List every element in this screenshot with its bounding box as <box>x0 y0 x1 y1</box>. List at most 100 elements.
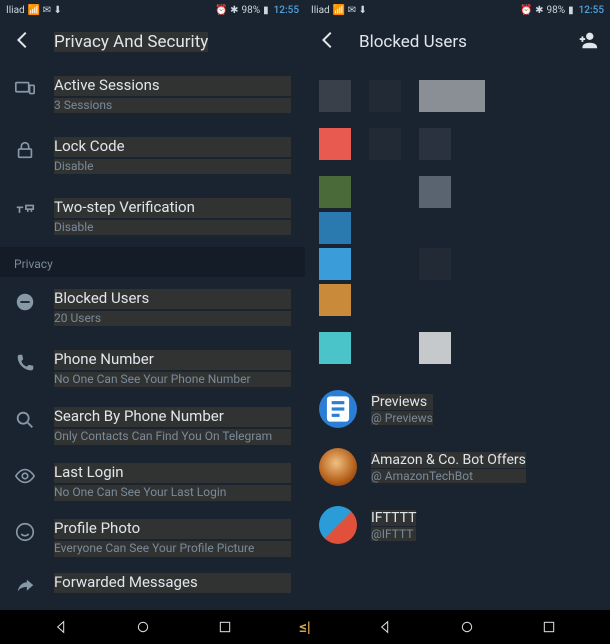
page-title: Privacy And Security <box>54 32 208 52</box>
item-sub: Disable <box>54 159 291 175</box>
tile-row-4 <box>305 212 610 244</box>
color-tile[interactable] <box>319 212 351 244</box>
nav-recent-icon-2[interactable] <box>541 619 557 635</box>
color-tile[interactable] <box>319 80 351 112</box>
status-bar-left: Iliad 📶 ✉ ⬇ ⏰ ✱ 98% ▮ 12:55 <box>0 0 305 20</box>
section-privacy: Privacy <box>0 247 305 277</box>
add-user-icon[interactable] <box>576 29 598 55</box>
color-tile[interactable] <box>419 332 451 364</box>
item-title: Phone Number <box>54 350 291 370</box>
clock-label: 12:55 <box>274 5 299 16</box>
blocked-user-row[interactable]: IFTTTT @IFTTT <box>305 496 610 554</box>
item-title: Search By Phone Number <box>54 407 291 427</box>
item-sub: Disable <box>54 220 291 236</box>
item-sub: 3 Sessions <box>54 98 291 114</box>
clock-label: 12:55 <box>579 5 604 16</box>
battery-label: 98% <box>242 5 261 16</box>
color-tile[interactable] <box>319 176 351 208</box>
alarm-icon: ⏰ ✱ <box>520 5 543 16</box>
tile-row-2 <box>305 128 610 160</box>
item-title: Forwarded Messages <box>54 573 291 593</box>
shield-key-icon <box>14 200 36 222</box>
search-icon <box>14 409 36 431</box>
header-right: Blocked Users <box>305 20 610 64</box>
tile-row-1 <box>305 80 610 112</box>
tile-row-3 <box>305 176 610 208</box>
back-arrow-icon[interactable] <box>12 29 34 56</box>
eye-icon <box>14 465 36 487</box>
back-arrow-icon[interactable] <box>317 29 339 56</box>
item-two-step[interactable]: Two-step Verification Disable <box>0 186 305 247</box>
nav-special-icon[interactable]: ≤| <box>299 618 310 636</box>
color-tile[interactable] <box>419 128 451 160</box>
item-blocked-users[interactable]: Blocked Users 20 Users <box>0 277 305 338</box>
user-handle: @ Previews <box>371 411 433 425</box>
item-forwarded[interactable]: Forwarded Messages <box>0 567 305 610</box>
item-title: Two-step Verification <box>54 198 291 218</box>
avatar <box>319 390 357 428</box>
item-title: Active Sessions <box>54 76 291 96</box>
page-title: Blocked Users <box>359 32 467 52</box>
privacy-settings-pane: Iliad 📶 ✉ ⬇ ⏰ ✱ 98% ▮ 12:55 Privacy And … <box>0 0 305 610</box>
minus-circle-icon <box>14 291 36 313</box>
color-tile[interactable] <box>419 248 451 280</box>
color-tile[interactable] <box>319 332 351 364</box>
battery-icon: ▮ <box>263 5 269 16</box>
header-left: Privacy And Security <box>0 20 305 64</box>
item-sub: 20 Users <box>54 311 291 327</box>
item-search-phone[interactable]: Search By Phone Number Only Contacts Can… <box>0 399 305 455</box>
nav-back-icon-2[interactable] <box>377 619 393 635</box>
lock-icon <box>14 139 36 161</box>
item-sub: No One Can See Your Last Login <box>54 485 291 501</box>
battery-label: 98% <box>547 5 566 16</box>
status-bar-right: Iliad 📶 ✉ ⬇ ⏰ ✱ 98% ▮ 12:55 <box>305 0 610 20</box>
item-title: Lock Code <box>54 137 291 157</box>
color-tile[interactable] <box>319 128 351 160</box>
item-phone-number[interactable]: Phone Number No One Can See Your Phone N… <box>0 338 305 399</box>
nav-home-icon[interactable] <box>135 619 151 635</box>
phone-icon <box>14 352 36 374</box>
signal-icon: 📶 ✉ ⬇ <box>28 5 62 16</box>
item-profile-photo[interactable]: Profile Photo Everyone Can See Your Prof… <box>0 511 305 567</box>
color-tile[interactable] <box>319 248 351 280</box>
carrier-label: Iliad <box>6 5 25 16</box>
color-tile[interactable] <box>369 128 401 160</box>
blocked-user-row[interactable]: Previews @ Previews <box>305 380 610 438</box>
item-active-sessions[interactable]: Active Sessions 3 Sessions <box>0 64 305 125</box>
color-tile[interactable] <box>419 176 451 208</box>
tile-row-7 <box>305 332 610 364</box>
color-tile[interactable] <box>419 80 485 112</box>
user-name: IFTTTT <box>371 510 416 526</box>
item-sub: Everyone Can See Your Profile Picture <box>54 541 291 557</box>
blocked-users-pane: Iliad 📶 ✉ ⬇ ⏰ ✱ 98% ▮ 12:55 Blocked User… <box>305 0 610 610</box>
item-last-login[interactable]: Last Login No One Can See Your Last Logi… <box>0 455 305 511</box>
item-lock-code[interactable]: Lock Code Disable <box>0 125 305 186</box>
user-handle: @ AmazonTechBot <box>371 469 526 483</box>
item-sub: No One Can See Your Phone Number <box>54 372 291 388</box>
smile-icon <box>14 521 36 543</box>
color-tile[interactable] <box>369 80 401 112</box>
item-title: Profile Photo <box>54 519 291 539</box>
system-nav-bar: ≤| <box>0 610 610 644</box>
nav-home-icon-2[interactable] <box>459 619 475 635</box>
nav-back-icon[interactable] <box>53 619 69 635</box>
color-tile[interactable] <box>319 284 351 316</box>
blocked-user-row[interactable]: Amazon & Co. Bot Offers @ AmazonTechBot <box>305 438 610 496</box>
avatar <box>319 448 357 486</box>
item-sub: Only Contacts Can Find You On Telegram <box>54 429 291 445</box>
devices-icon <box>14 78 36 100</box>
user-handle: @IFTTT <box>371 527 416 541</box>
item-title: Blocked Users <box>54 289 291 309</box>
forward-icon <box>14 575 36 597</box>
signal-icon: 📶 ✉ ⬇ <box>333 5 367 16</box>
tile-row-6 <box>305 284 610 316</box>
battery-icon: ▮ <box>568 5 574 16</box>
user-name: Previews <box>371 394 433 410</box>
alarm-icon: ⏰ ✱ <box>215 5 238 16</box>
tile-row-5 <box>305 248 610 280</box>
user-name: Amazon & Co. Bot Offers <box>371 452 526 468</box>
avatar <box>319 506 357 544</box>
carrier-label: Iliad <box>311 5 330 16</box>
nav-recent-icon[interactable] <box>217 619 233 635</box>
item-title: Last Login <box>54 463 291 483</box>
